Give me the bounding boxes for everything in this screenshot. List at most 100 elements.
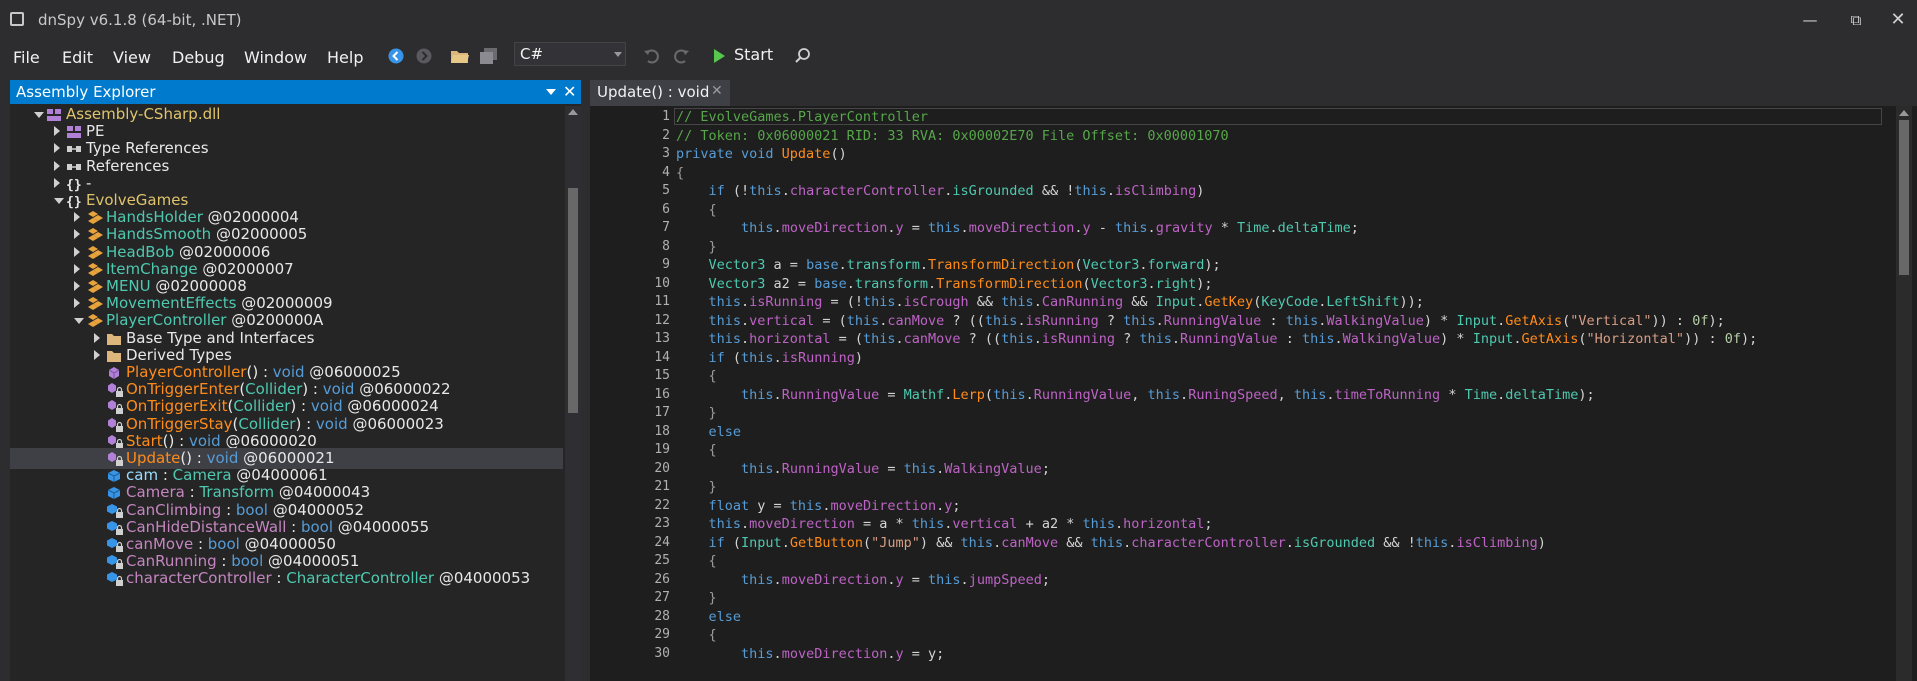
code-area[interactable]: // EvolveGames.PlayerController // Token:… — [676, 106, 1886, 681]
forward-icon[interactable] — [413, 44, 435, 68]
close-window-button[interactable]: ✕ — [1878, 6, 1917, 34]
tree-row[interactable]: characterController : CharacterControlle… — [10, 568, 563, 589]
code-line[interactable]: if (!this.characterController.isGrounded… — [676, 183, 1205, 199]
assembly-explorer-header: Assembly Explorer ✕ — [10, 80, 581, 104]
title-bar: dnSpy v6.1.8 (64-bit, .NET) — ⧉ ✕ — [0, 0, 1917, 40]
code-editor[interactable]: 1 2 3 4 5 6 7 8 9 10 11 12 13 14 15 16 17 18 19 20 21 22 23 24 2… — [590, 106, 1917, 681]
code-line[interactable]: float y = this.moveDirection.y; — [676, 498, 961, 514]
collapsed-arrow-icon[interactable] — [74, 229, 80, 240]
menu-debug[interactable]: Debug — [172, 48, 225, 67]
code-line[interactable]: { — [676, 627, 717, 643]
collapsed-arrow-icon[interactable] — [74, 212, 80, 223]
minimize-button[interactable]: — — [1790, 6, 1830, 34]
code-line[interactable]: } — [676, 405, 717, 421]
code-token: this — [1001, 331, 1034, 347]
code-line[interactable]: this.horizontal = (this.canMove ? ((this… — [676, 331, 1758, 347]
expanded-arrow-icon[interactable] — [34, 112, 44, 118]
code-token: GetAxis — [1521, 331, 1579, 347]
code-line[interactable]: this.moveDirection.y = this.moveDirectio… — [676, 220, 1359, 236]
open-folder-icon[interactable] — [449, 44, 471, 68]
code-line[interactable]: else — [676, 609, 742, 625]
code-line[interactable]: Vector3 a = base.transform.TransformDire… — [676, 257, 1221, 273]
expanded-arrow-icon[interactable] — [54, 198, 64, 204]
collapsed-arrow-icon[interactable] — [94, 332, 100, 343]
tab-update[interactable]: Update() : void ✕ — [590, 80, 730, 106]
code-line[interactable]: this.vertical = (this.canMove ? ((this.i… — [676, 313, 1725, 329]
menu-file[interactable]: File — [13, 48, 40, 67]
code-line[interactable]: else — [676, 424, 742, 440]
start-button[interactable]: Start — [734, 45, 773, 64]
menu-edit[interactable]: Edit — [62, 48, 93, 67]
code-token: gravity — [1155, 220, 1213, 236]
code-token: TransformDirection — [936, 275, 1083, 292]
collapsed-arrow-icon[interactable] — [54, 177, 60, 188]
code-line[interactable]: this.RunningValue = Mathf.Lerp(this.Runn… — [676, 387, 1595, 403]
editor-scrollbar[interactable] — [1896, 106, 1912, 681]
editor-scroll-thumb[interactable] — [1899, 120, 1909, 275]
code-token: . — [928, 275, 937, 292]
code-line[interactable]: this.moveDirection = a * this.vertical +… — [676, 516, 1213, 532]
code-line[interactable]: this.moveDirection.y = this.jumpSpeed; — [676, 572, 1050, 588]
code-token: , — [1131, 386, 1148, 403]
code-token: . — [846, 275, 855, 292]
code-token: . — [741, 331, 750, 347]
collapsed-arrow-icon[interactable] — [74, 246, 80, 257]
collapsed-arrow-icon[interactable] — [74, 281, 80, 291]
tab-update-label: Update() : void — [597, 83, 710, 101]
expanded-arrow-icon[interactable] — [74, 318, 84, 325]
code-line[interactable]: } — [676, 479, 717, 495]
language-select[interactable]: C# — [514, 42, 626, 66]
collapsed-arrow-icon[interactable] — [54, 160, 60, 171]
code-token: KeyCode — [1261, 294, 1319, 310]
code-line[interactable]: { — [676, 165, 684, 181]
code-line[interactable]: Vector3 a2 = base.transform.TransformDir… — [676, 276, 1213, 292]
code-line[interactable]: { — [676, 442, 717, 458]
assembly-explorer-panel: Assembly Explorer ✕ Assembly-CSharp.dll P… — [10, 80, 581, 681]
code-line[interactable]: } — [676, 239, 717, 255]
collapsed-arrow-icon[interactable] — [74, 263, 80, 274]
menu-window[interactable]: Window — [244, 48, 307, 67]
code-line[interactable]: { — [676, 368, 717, 384]
code-line[interactable]: { — [676, 553, 717, 569]
code-token: isCrough — [903, 294, 969, 310]
line-number-gutter: 1 2 3 4 5 6 7 8 9 10 11 12 13 14 15 16 17 18 19 20 21 22 23 24 2… — [590, 106, 670, 681]
explorer-scroll-thumb[interactable] — [568, 188, 578, 413]
code-line[interactable]: this.moveDirection.y = y; — [676, 646, 944, 662]
save-all-icon[interactable] — [478, 44, 500, 68]
code-line[interactable]: if (this.isRunning) — [676, 350, 863, 366]
close-tab-icon[interactable]: ✕ — [711, 83, 723, 99]
collapsed-arrow-icon[interactable] — [74, 298, 80, 309]
code-line[interactable]: this.RunningValue = this.WalkingValue; — [676, 461, 1050, 477]
code-line[interactable]: // EvolveGames.PlayerController — [676, 109, 928, 125]
search-icon[interactable] — [792, 44, 814, 68]
code-line[interactable]: if (Input.GetButton("Jump") && this.canM… — [676, 535, 1546, 551]
undo-icon[interactable] — [641, 44, 663, 68]
menu-view[interactable]: View — [113, 48, 151, 67]
code-token: . — [1285, 534, 1294, 551]
explorer-scrollbar[interactable] — [565, 106, 581, 681]
collapsed-arrow-icon[interactable] — [54, 126, 60, 137]
code-line[interactable]: { — [676, 202, 717, 218]
start-play-icon[interactable] — [708, 44, 730, 68]
code-token: Input — [1456, 312, 1498, 329]
code-token: ); — [1204, 257, 1221, 273]
close-panel-icon[interactable]: ✕ — [563, 82, 576, 101]
code-token: ) * — [1440, 331, 1473, 347]
code-line[interactable]: // Token: 0x06000021 RID: 33 RVA: 0x0000… — [676, 128, 1229, 144]
scroll-up-icon[interactable] — [1899, 110, 1909, 116]
code-token: . — [773, 220, 782, 236]
code-line[interactable]: private void Update() — [676, 146, 847, 162]
restore-button[interactable]: ⧉ — [1836, 6, 1876, 34]
back-icon[interactable] — [385, 44, 407, 68]
code-token: (! — [724, 183, 750, 199]
scroll-up-icon[interactable] — [568, 109, 578, 115]
menu-help[interactable]: Help — [327, 48, 363, 67]
code-line[interactable]: } — [676, 590, 717, 606]
panel-menu-chevron-icon[interactable] — [546, 89, 556, 95]
code-line[interactable]: this.isRunning = (!this.isCrough && this… — [676, 294, 1424, 310]
collapsed-arrow-icon[interactable] — [54, 143, 60, 154]
collapsed-arrow-icon[interactable] — [94, 349, 100, 360]
redo-icon[interactable] — [670, 44, 692, 68]
code-token: . — [1497, 386, 1506, 403]
